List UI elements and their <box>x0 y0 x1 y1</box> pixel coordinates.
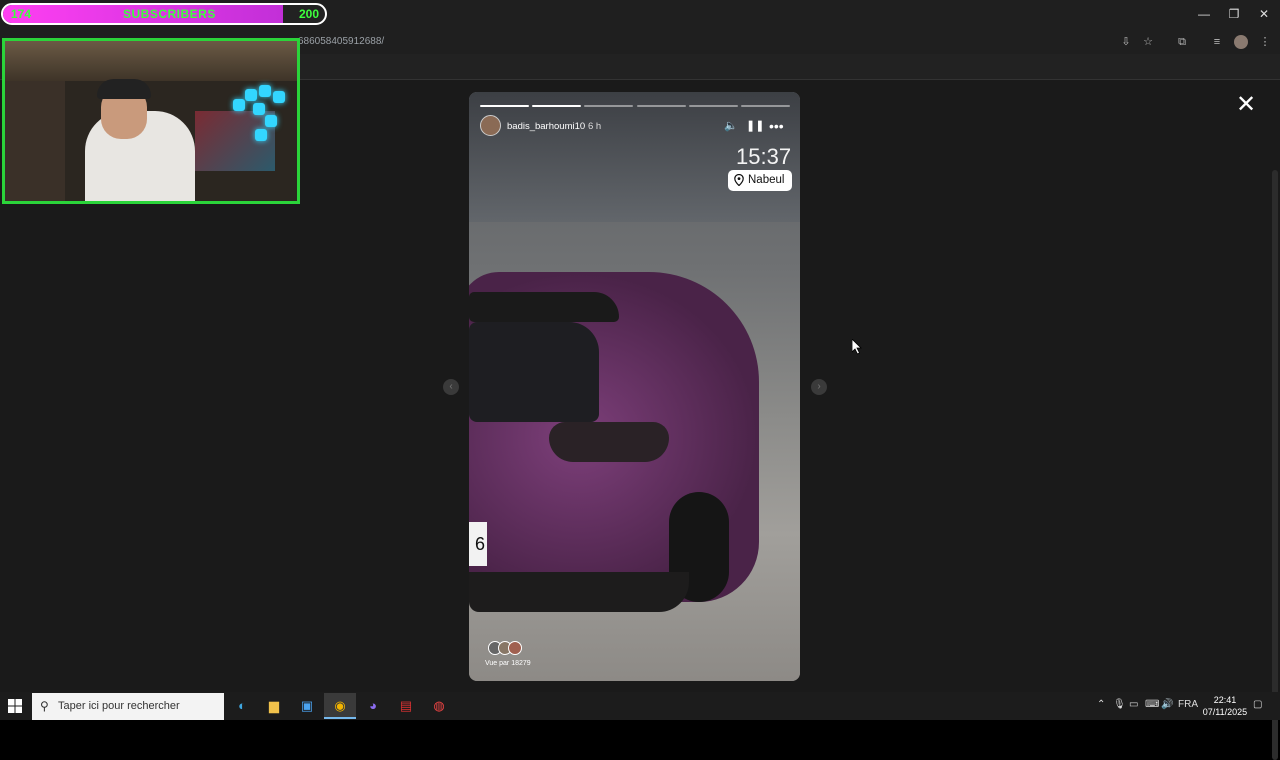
clock-sticker: 15:37 <box>736 144 792 169</box>
scrollbar[interactable] <box>1270 80 1280 760</box>
more-options-icon[interactable]: ••• <box>769 119 784 133</box>
webcam-overlay <box>2 38 300 204</box>
viewer-avatar <box>508 641 522 655</box>
next-story-button[interactable]: › <box>811 379 827 395</box>
pause-icon[interactable]: ❚❚ <box>746 119 764 133</box>
media-icon[interactable]: ≡ <box>1210 35 1224 49</box>
scrollbar-thumb[interactable] <box>1272 170 1278 760</box>
mouse-cursor-icon <box>852 339 862 355</box>
webcam-streamer-headset <box>97 79 151 99</box>
profile-avatar[interactable] <box>1234 35 1248 49</box>
store-icon[interactable]: ▣ <box>291 693 323 719</box>
story-photo-spoiler <box>469 292 619 322</box>
speaker-icon[interactable]: 🔊 <box>1161 699 1173 710</box>
location-sticker-text: Nabeul <box>748 174 785 186</box>
minimize-icon[interactable]: — <box>1196 7 1212 21</box>
webcam-light-hex <box>255 129 267 141</box>
network-icon[interactable]: ⌨ <box>1145 699 1159 710</box>
story-progress-segment <box>480 105 530 107</box>
volume-icon[interactable]: 🔈 <box>724 119 738 133</box>
location-sticker[interactable]: Nabeul <box>728 170 793 191</box>
taskbar-search-placeholder: Taper ici pour rechercher <box>58 700 180 712</box>
webcam-light-hex <box>265 115 277 127</box>
subscriber-goal-bar: 174 SUBSCRIBERS 200 <box>1 3 327 25</box>
menu-icon[interactable]: ⋮ <box>1258 35 1272 49</box>
story-username[interactable]: badis_barhoumi10 <box>507 121 585 132</box>
webcam-light-hex <box>273 91 285 103</box>
taskbar-search-box[interactable]: ⚲ Taper ici pour rechercher <box>32 693 224 720</box>
windows-start-icon[interactable] <box>8 699 22 713</box>
tray-app-icon[interactable]: ▭ <box>1129 699 1138 710</box>
star-icon[interactable]: ☆ <box>1141 35 1155 49</box>
previous-story-button[interactable]: ‹ <box>443 379 459 395</box>
story-progress-segment <box>688 105 738 107</box>
microphone-icon[interactable]: 🎙 <box>1113 699 1126 710</box>
story-progress-segment <box>532 105 582 107</box>
webcam-shelf <box>5 81 65 201</box>
webcam-ceiling <box>5 41 297 81</box>
story-posted-time: 6 h <box>588 121 602 132</box>
file-explorer-icon[interactable]: ▆ <box>258 693 290 719</box>
discord-icon[interactable]: ◕ <box>357 693 389 719</box>
viewer-avatars[interactable] <box>488 641 528 657</box>
tray-overflow-icon[interactable]: ⌃ <box>1097 699 1105 710</box>
webcam-light-hex <box>233 99 245 111</box>
language-indicator[interactable]: FRA <box>1178 699 1198 710</box>
extensions-icon[interactable]: ⧉ <box>1175 35 1189 49</box>
location-pin-icon <box>734 174 744 186</box>
story-progress-segment <box>584 105 634 107</box>
subscriber-goal: 200 <box>298 7 319 21</box>
install-icon[interactable]: ⇩ <box>1119 35 1133 49</box>
notifications-icon[interactable]: ▢ <box>1253 699 1262 710</box>
story-progress-segment <box>636 105 686 107</box>
url-text[interactable]: 686058405912688/ <box>298 36 384 47</box>
close-icon[interactable]: ✕ <box>1256 7 1272 21</box>
subscriber-count: 174 <box>11 7 32 21</box>
chrome-icon[interactable]: ◉ <box>324 693 356 719</box>
taskbar-time[interactable]: 22:41 <box>1208 695 1242 705</box>
story-photo-plate: 6 <box>469 522 487 566</box>
obs-icon[interactable]: ◍ <box>423 693 455 719</box>
webcam-light-hex <box>253 103 265 115</box>
webcam-light-hex <box>259 85 271 97</box>
story-user-avatar[interactable] <box>480 115 501 136</box>
restore-icon[interactable]: ❐ <box>1226 7 1242 21</box>
webcam-light-hex <box>245 89 257 101</box>
subscriber-label: SUBSCRIBERS <box>123 7 216 21</box>
story-photo-bumper <box>469 572 689 612</box>
viewer-count[interactable]: Vue par 18279 <box>485 660 531 667</box>
story-photo-rear-window <box>469 322 599 422</box>
search-icon: ⚲ <box>40 699 49 713</box>
taskbar-date[interactable]: 07/11/2025 <box>1200 707 1250 717</box>
story-photo-taillight <box>549 422 669 462</box>
edge-icon[interactable]: ◐ <box>226 693 258 719</box>
close-story-button[interactable]: ✕ <box>1236 93 1256 117</box>
voicemeeter-icon[interactable]: ▤ <box>390 693 422 719</box>
webcam-wall-panels <box>195 111 275 171</box>
story-progress-segment <box>740 105 790 107</box>
windows-taskbar: ⚲ Taper ici pour rechercher ◐ ▆ ▣ ◉ ◕ ▤ … <box>0 692 1280 720</box>
story-frame[interactable]: 6 badis_barhoumi10 6 h 🔈 ❚❚ ••• 15:37 Na… <box>469 92 800 681</box>
